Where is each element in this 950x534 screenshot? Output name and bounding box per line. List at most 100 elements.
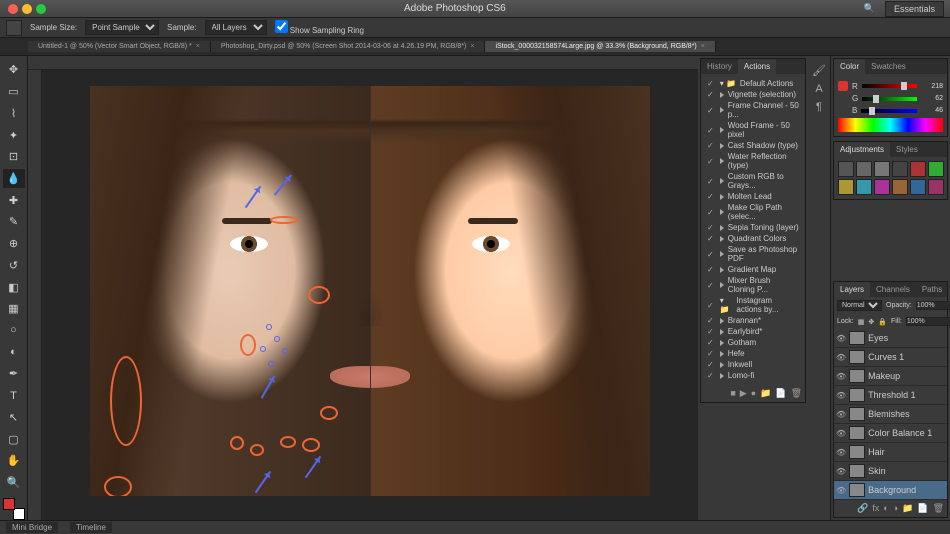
layer-thumbnail[interactable] [849,464,865,478]
workspace-switcher[interactable]: Essentials [885,1,944,17]
close-window-button[interactable] [8,4,18,14]
para-panel-icon[interactable]: ¶ [816,101,822,113]
path-tool[interactable]: ↖ [3,408,25,428]
move-tool[interactable]: ✥ [3,60,25,80]
b-slider[interactable] [861,109,917,113]
layer-row[interactable]: Hair [834,443,947,462]
g-slider[interactable] [862,97,917,101]
visibility-icon[interactable] [836,409,846,419]
styles-tab[interactable]: Styles [890,142,924,157]
layer-thumbnail[interactable] [849,483,865,497]
close-icon[interactable]: × [701,43,705,50]
color-spectrum[interactable] [838,118,943,132]
history-tab[interactable]: History [701,59,738,74]
layer-row[interactable]: Makeup [834,367,947,386]
action-item[interactable]: Vignette (selection) [705,89,801,100]
visibility-icon[interactable] [836,371,846,381]
action-item[interactable]: Lomo-fi [705,370,801,381]
sample-layers-select[interactable]: All Layers [205,20,267,35]
document-canvas[interactable] [90,86,650,496]
document-tab-active[interactable]: iStock_000032158574Large.jpg @ 33.3% (Ba… [485,41,715,52]
show-ring-checkbox[interactable]: Show Sampling Ring [275,20,365,35]
lock-position-icon[interactable]: ✥ [868,318,874,326]
action-folder[interactable]: ▾ 📁 Instagram actions by... [705,295,801,315]
adjustment-preset[interactable] [856,179,872,195]
pen-tool[interactable]: ✒ [3,364,25,384]
layer-row[interactable]: Eyes [834,329,947,348]
paths-tab[interactable]: Paths [916,282,948,297]
layer-row[interactable]: Color Balance 1 [834,424,947,443]
action-folder[interactable]: ▾ 📁 Default Actions [705,78,801,89]
crop-tool[interactable]: ⊡ [3,147,25,167]
layer-thumbnail[interactable] [849,350,865,364]
zoom-window-button[interactable] [36,4,46,14]
brush-tool[interactable]: ✎ [3,212,25,232]
foreground-background-colors[interactable] [3,498,25,520]
play-icon[interactable]: ▶ [740,388,747,399]
layer-thumbnail[interactable] [849,407,865,421]
action-item[interactable]: Sepia Toning (layer) [705,222,801,233]
trash-icon[interactable]: 🗑 [933,503,944,514]
action-item[interactable]: Gotham [705,337,801,348]
action-item[interactable]: Inkwell [705,359,801,370]
close-icon[interactable]: × [196,43,200,50]
layer-thumbnail[interactable] [849,445,865,459]
color-tab[interactable]: Color [834,59,865,74]
brush-panel-icon[interactable]: 🖌 [812,64,826,77]
layer-row[interactable]: Blemishes [834,405,947,424]
adjustment-preset[interactable] [892,179,908,195]
layer-thumbnail[interactable] [849,388,865,402]
visibility-icon[interactable] [836,447,846,457]
mini-bridge-tab[interactable]: Mini Bridge [6,522,58,533]
fg-color-swatch[interactable] [838,81,848,91]
visibility-icon[interactable] [836,466,846,476]
hand-tool[interactable]: ✋ [3,451,25,471]
layer-thumbnail[interactable] [849,369,865,383]
layer-row[interactable]: Curves 1 [834,348,947,367]
lasso-tool[interactable]: ⌇ [3,103,25,123]
adjustments-tab[interactable]: Adjustments [834,142,890,157]
visibility-icon[interactable] [836,428,846,438]
blend-mode-select[interactable]: Normal [837,300,882,311]
timeline-tab[interactable]: Timeline [70,522,112,533]
action-item[interactable]: Molten Lead [705,191,801,202]
document-tab[interactable]: Untitled-1 @ 50% (Vector Smart Object, R… [28,41,211,52]
adjustment-preset[interactable] [910,179,926,195]
opacity-input[interactable] [916,301,950,310]
visibility-icon[interactable] [836,352,846,362]
action-item[interactable]: Save as Photoshop PDF [705,244,801,264]
stamp-tool[interactable]: ⊕ [3,234,25,254]
adjustment-preset[interactable] [910,161,926,177]
minimize-window-button[interactable] [22,4,32,14]
fx-icon[interactable]: fx [872,503,879,514]
layer-row[interactable]: Background [834,481,947,500]
actions-tab[interactable]: Actions [738,59,776,74]
search-icon[interactable]: 🔍 [864,3,875,14]
adjustment-preset[interactable] [928,161,944,177]
visibility-icon[interactable] [836,485,846,495]
adjustment-preset[interactable] [874,179,890,195]
action-item[interactable]: Brannan* [705,315,801,326]
adjustment-layer-icon[interactable]: ◑ [893,503,898,514]
channels-tab[interactable]: Channels [870,282,916,297]
marquee-tool[interactable]: ▭ [3,82,25,102]
adjustment-preset[interactable] [838,161,854,177]
group-icon[interactable]: 📁 [902,503,913,514]
layer-thumbnail[interactable] [849,426,865,440]
new-icon[interactable]: 📄 [775,388,786,399]
action-item[interactable]: Custom RGB to Grays... [705,171,801,191]
r-slider[interactable] [862,84,917,88]
dodge-tool[interactable]: ◐ [3,342,25,362]
adjustment-preset[interactable] [856,161,872,177]
gradient-tool[interactable]: ▦ [3,299,25,319]
new-layer-icon[interactable]: 📄 [917,503,928,514]
action-item[interactable]: Make Clip Path (selec... [705,202,801,222]
tool-preset-icon[interactable] [6,20,22,36]
sample-size-select[interactable]: Point Sample [85,20,159,35]
action-item[interactable]: Frame Channel - 50 p... [705,100,801,120]
shape-tool[interactable]: ▢ [3,429,25,449]
action-item[interactable]: Water Reflection (type) [705,151,801,171]
action-item[interactable]: Hefe [705,348,801,359]
action-item[interactable]: Earlybird* [705,326,801,337]
blur-tool[interactable]: ○ [3,321,25,341]
